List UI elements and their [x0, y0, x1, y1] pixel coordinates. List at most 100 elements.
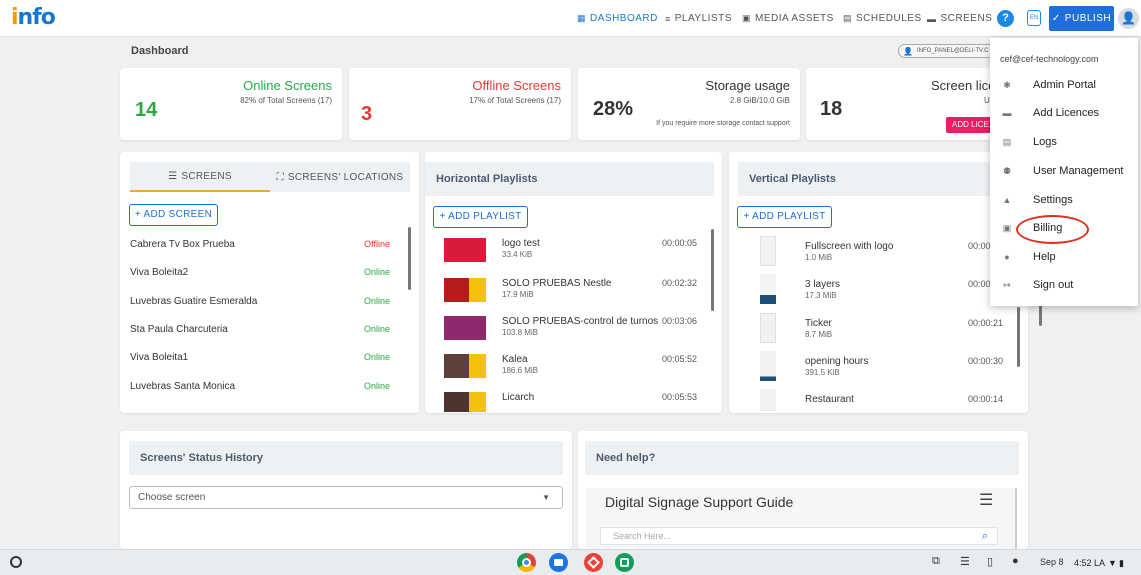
playlist-thumbnail	[760, 274, 776, 304]
menu-item-add-licences[interactable]: ▬ Add Licences	[990, 106, 1138, 126]
online-count: 14	[135, 99, 158, 121]
top-bar: info ▦ DASHBOARD ≡ PLAYLISTS ▣ MEDIA ASSETS…	[0, 0, 1141, 37]
horizontal-scrollbar[interactable]	[711, 229, 714, 311]
screen-row[interactable]: Viva Boleita2 Online	[130, 267, 390, 281]
screen-row[interactable]: Luvebras Guatire Esmeralda Online	[130, 296, 390, 310]
billing-highlight-annotation	[1016, 215, 1089, 244]
playlist-thumbnail	[760, 236, 776, 266]
playlist-row[interactable]: SOLO PRUEBAS-control de turnos 103.8 MiB …	[444, 316, 709, 346]
playlist-row[interactable]: Ticker 8.7 MiB 00:00:21	[760, 313, 1020, 343]
grid-icon: ▦	[577, 13, 587, 23]
menu-item-settings[interactable]: ▲ Settings	[990, 193, 1138, 213]
playlist-thumbnail	[444, 354, 486, 378]
playlist-row[interactable]: Kalea 186.6 MiB 00:05:52	[444, 354, 709, 384]
chrome-icon[interactable]	[517, 553, 536, 572]
choose-screen-select[interactable]: Choose screen ▼	[129, 486, 563, 509]
screen-capture-icon[interactable]: ▯	[987, 555, 993, 568]
menu-item-logs[interactable]: ▤ Logs	[990, 135, 1138, 155]
app-icon[interactable]	[584, 553, 603, 572]
storage-card: 28% Storage usage 2.8 GiB/10.0 GiB If yo…	[578, 68, 800, 140]
online-sub: 82% of Total Screens (17)	[240, 96, 332, 105]
menu-item-help[interactable]: ● Help	[990, 250, 1138, 270]
person-icon: 👤	[1121, 11, 1136, 25]
status-badge: Online	[363, 296, 390, 306]
sheets-icon[interactable]	[615, 553, 634, 572]
screens-scrollbar[interactable]	[408, 227, 411, 290]
page-title: Dashboard	[131, 45, 189, 57]
app-logo[interactable]: info	[11, 5, 56, 30]
os-taskbar: ⧉ ☰ ▯ ● Sep 8 4:52 LA ▼ ▮	[0, 549, 1141, 575]
playlist-row[interactable]: Fullscreen with logo 1.0 MiB 00:00:	[760, 236, 1020, 266]
date-label: Sep 8	[1040, 557, 1064, 567]
guide-search-input[interactable]: Search Here... ⌕	[600, 527, 998, 545]
nav-screens[interactable]: ▬ SCREENS	[927, 0, 992, 37]
vertical-playlists-panel: Vertical Playlists + ADD PLAYLIST Fullsc…	[729, 152, 1028, 413]
wifi-icon: ▼	[1108, 558, 1117, 568]
licences-count: 18	[820, 98, 843, 120]
person-icon: 👤	[903, 47, 913, 56]
nav-schedules[interactable]: ▤ SCHEDULES	[843, 0, 922, 37]
guide-title: Digital Signage Support Guide	[605, 494, 794, 510]
screen-row[interactable]: Viva Boleita1 Online	[130, 352, 390, 366]
vertical-scrollbar[interactable]	[1017, 307, 1020, 367]
launcher-icon[interactable]	[10, 556, 22, 568]
notes-icon[interactable]: ☰	[960, 555, 970, 568]
licences-sub: U	[984, 96, 990, 105]
status-badge: Online	[363, 324, 390, 334]
playlist-row[interactable]: SOLO PRUEBAS Nestle 17.9 MiB 00:02:32	[444, 278, 709, 308]
status-badge: Online	[363, 352, 390, 362]
playlist-thumbnail	[760, 351, 776, 381]
screen-row[interactable]: Sta Paula Charcuteria Online	[130, 324, 390, 338]
menu-email: cef@cef-technology.com	[1000, 54, 1099, 64]
clipboard-icon[interactable]: ⧉	[932, 555, 940, 568]
offline-title: Offline Screens	[472, 78, 561, 93]
files-icon[interactable]	[549, 553, 568, 572]
offline-sub: 17% of Total Screens (17)	[469, 96, 561, 105]
search-icon: ⌕	[981, 530, 988, 542]
help-icon: ●	[1004, 252, 1010, 262]
screen-row[interactable]: Cabrera Tv Box Prueba Offline	[130, 239, 390, 253]
user-avatar-button[interactable]: 👤	[1118, 8, 1139, 29]
offline-count: 3	[361, 103, 373, 125]
add-horizontal-playlist-button[interactable]: + ADD PLAYLIST	[433, 206, 528, 228]
horizontal-playlists-panel: Horizontal Playlists + ADD PLAYLIST logo…	[425, 152, 722, 413]
licences-title: Screen lice	[931, 78, 996, 93]
storage-title: Storage usage	[705, 78, 790, 93]
menu-item-user-management[interactable]: ⚉ User Management	[990, 164, 1138, 184]
playlist-row[interactable]: logo test 33.4 KiB 00:00:05	[444, 238, 709, 268]
menu-icon[interactable]: ☰	[979, 490, 993, 510]
vertical-playlists-title: Vertical Playlists	[738, 162, 1020, 196]
guide-scrollbar[interactable]	[1015, 488, 1017, 549]
tab-screens[interactable]: ☰ SCREENS	[130, 162, 270, 192]
playlist-thumbnail	[444, 392, 486, 412]
online-title: Online Screens	[243, 78, 332, 93]
tab-screens-locations[interactable]: ⛶ SCREENS' LOCATIONS	[270, 162, 410, 192]
status-tray[interactable]: 4:52 LA ▼ ▮	[1070, 554, 1139, 572]
screens-panel: ☰ SCREENS ⛶ SCREENS' LOCATIONS + ADD SCREE…	[120, 152, 419, 413]
menu-item-sign-out[interactable]: ↦ Sign out	[990, 278, 1138, 298]
publish-button[interactable]: ✓ PUBLISH	[1049, 6, 1114, 31]
help-icon[interactable]: ?	[997, 10, 1014, 27]
add-screen-button[interactable]: + ADD SCREEN	[129, 204, 218, 226]
storage-percent: 28%	[593, 98, 634, 120]
horizontal-playlists-title: Horizontal Playlists	[425, 162, 714, 196]
playlist-row[interactable]: Licarch 00:05:53	[444, 392, 709, 412]
storage-sub: 2.8 GiB/10.0 GiB	[729, 96, 790, 105]
playlist-row[interactable]: opening hours 391.5 KiB 00:00:30	[760, 351, 1020, 381]
notification-icon[interactable]: ●	[1012, 555, 1019, 567]
menu-item-admin-portal[interactable]: ✱ Admin Portal	[990, 78, 1138, 98]
nav-playlists[interactable]: ≡ PLAYLISTS	[665, 0, 732, 37]
battery-icon: ▮	[1118, 558, 1124, 568]
screen-row[interactable]: Luvebras Santa Monica Online	[130, 381, 390, 395]
billing-icon: ▣	[1002, 223, 1012, 233]
playlist-row[interactable]: Restaurant 00:00:14	[760, 389, 1020, 411]
nav-media-assets[interactable]: ▣ MEDIA ASSETS	[742, 0, 834, 37]
image-icon: ▣	[742, 13, 752, 23]
playlist-row[interactable]: 3 layers 17.3 MiB 00:00:	[760, 274, 1020, 304]
map-icon: ⛶	[276, 171, 284, 183]
check-icon: ✓	[1051, 13, 1061, 24]
language-button[interactable]: EN	[1027, 10, 1041, 26]
nav-dashboard[interactable]: ▦ DASHBOARD	[577, 0, 658, 37]
add-vertical-playlist-button[interactable]: + ADD PLAYLIST	[737, 206, 832, 228]
offline-screens-card: 3 Offline Screens 17% of Total Screens (…	[349, 68, 571, 140]
